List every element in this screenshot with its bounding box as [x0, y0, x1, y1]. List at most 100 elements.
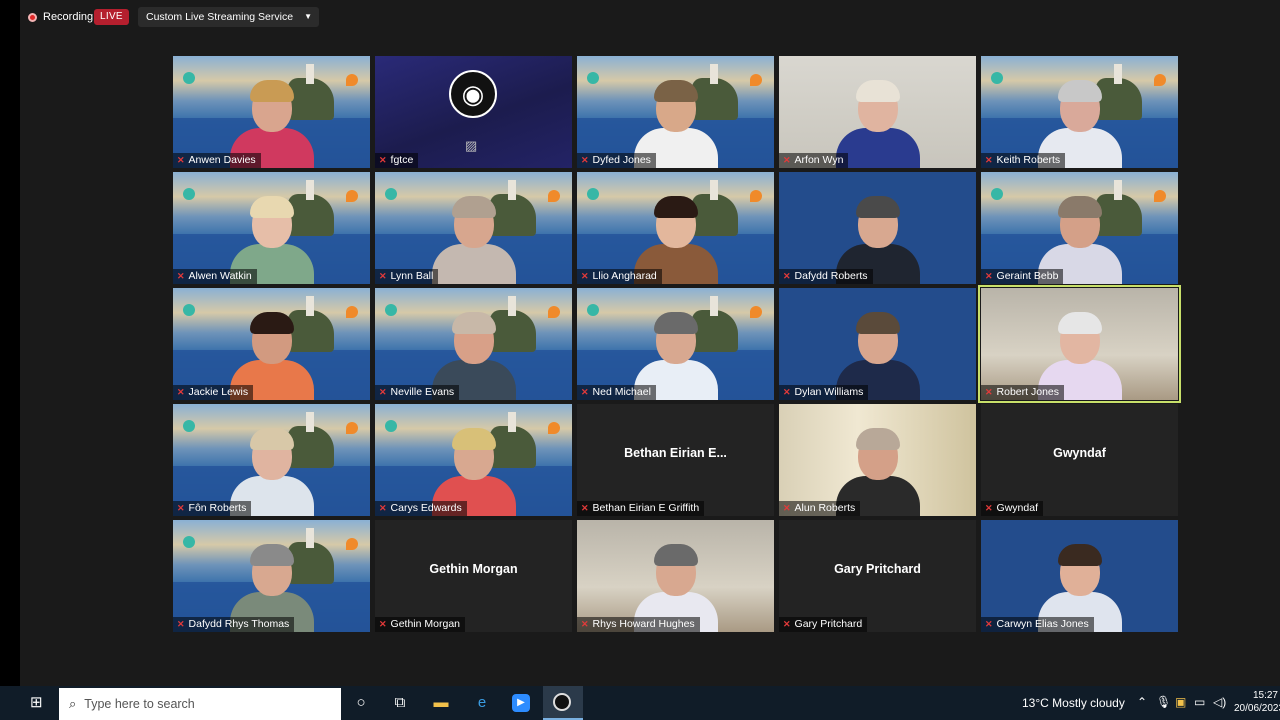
- muted-mic-icon: ✕: [985, 387, 993, 397]
- top-toolbar: Recording LIVE Custom Live Streaming Ser…: [20, 0, 1280, 34]
- participant-hair: [451, 428, 496, 450]
- participant-tile[interactable]: ✕ Anwen Davies: [173, 56, 370, 168]
- participant-name-tag: ✕ Anwen Davies: [173, 153, 261, 168]
- muted-mic-icon: ✕: [783, 503, 791, 513]
- participant-tile[interactable]: ✕ Dafydd Rhys Thomas: [173, 520, 370, 632]
- muted-mic-icon: ✕: [379, 387, 387, 397]
- participant-tile[interactable]: ✕ Fôn Roberts: [173, 404, 370, 516]
- participant-name-tag: ✕ Dyfed Jones: [577, 153, 656, 168]
- participant-tile[interactable]: ✕ Dylan Williams: [779, 288, 976, 400]
- virtual-background-logo: [385, 304, 397, 316]
- volume-icon[interactable]: ◁): [1213, 695, 1226, 709]
- muted-mic-icon: ✕: [783, 155, 791, 165]
- camera-off-icon: ▨: [465, 138, 478, 153]
- weather-condition: Mostly cloudy: [1052, 696, 1125, 710]
- system-clock[interactable]: 15:27 20/06/2023: [1234, 689, 1280, 715]
- obs-taskbar-button[interactable]: [543, 686, 583, 720]
- participant-tile[interactable]: ✕ Carwyn Elias Jones: [981, 520, 1178, 632]
- streaming-service-label: Custom Live Streaming Service: [146, 11, 294, 23]
- obs-icon: [553, 693, 571, 711]
- weather-widget[interactable]: 13°C Mostly cloudy: [1022, 696, 1125, 710]
- participant-tile[interactable]: ✕ Jackie Lewis: [173, 288, 370, 400]
- participant-name-tag: ✕ Fôn Roberts: [173, 501, 252, 516]
- participant-hair: [855, 80, 900, 102]
- participant-tile[interactable]: Bethan Eirian E... ✕ Bethan Eirian E Griff…: [577, 404, 774, 516]
- participant-tile[interactable]: ✕ Ned Michael: [577, 288, 774, 400]
- participant-name: Rhys Howard Hughes: [592, 618, 695, 630]
- participant-tile[interactable]: ✕ Rhys Howard Hughes: [577, 520, 774, 632]
- participant-tile[interactable]: ✕ Dafydd Roberts: [779, 172, 976, 284]
- muted-mic-icon: ✕: [581, 387, 589, 397]
- file-explorer-icon[interactable]: ▬: [431, 693, 451, 713]
- participant-tile[interactable]: ✕ Lynn Ball: [375, 172, 572, 284]
- participant-tile[interactable]: ✕ Arfon Wyn: [779, 56, 976, 168]
- live-badge[interactable]: LIVE: [94, 9, 129, 25]
- virtual-background-pin: [346, 538, 358, 550]
- muted-mic-icon: ✕: [379, 271, 387, 281]
- participant-tile[interactable]: ◉ ▨ ✕ fgtce: [375, 56, 572, 168]
- chevron-down-icon: ▼: [304, 12, 313, 21]
- record-icon: [28, 12, 37, 22]
- virtual-background-logo: [991, 72, 1003, 84]
- participant-name: Jackie Lewis: [188, 386, 249, 398]
- participant-tile[interactable]: ✕ Alwen Watkin: [173, 172, 370, 284]
- participant-tile[interactable]: Gethin Morgan ✕ Gethin Morgan: [375, 520, 572, 632]
- search-placeholder: Type here to search: [84, 697, 195, 711]
- search-icon: ⌕: [69, 696, 77, 711]
- virtual-background-pin: [346, 74, 358, 86]
- network-icon[interactable]: ▭: [1194, 695, 1205, 709]
- participant-tile[interactable]: ✕ Geraint Bebb: [981, 172, 1178, 284]
- recording-indicator[interactable]: Recording: [28, 8, 93, 26]
- taskbar-search[interactable]: ⌕ Type here to search: [59, 688, 341, 720]
- muted-mic-icon: ✕: [783, 387, 791, 397]
- security-icon[interactable]: ▣: [1175, 695, 1186, 709]
- participant-body: [431, 244, 516, 284]
- windows-start-icon[interactable]: ⊞: [30, 695, 46, 711]
- chevron-up-icon[interactable]: ⌃: [1137, 695, 1147, 709]
- participant-hair: [855, 428, 900, 450]
- participant-tile[interactable]: Gary Pritchard ✕ Gary Pritchard: [779, 520, 976, 632]
- microphone-icon[interactable]: 🎙: [1156, 695, 1171, 709]
- participant-hair: [1057, 544, 1102, 566]
- participant-name: Dyfed Jones: [592, 154, 651, 166]
- edge-icon[interactable]: e: [472, 693, 492, 713]
- participant-name-tag: ✕ Dafydd Rhys Thomas: [173, 617, 295, 632]
- participant-hair: [249, 544, 294, 566]
- participant-tile[interactable]: ✕ Neville Evans: [375, 288, 572, 400]
- participant-name: Bethan Eirian E Griffith: [592, 502, 700, 514]
- participant-name-tag: ✕ Carwyn Elias Jones: [981, 617, 1094, 632]
- muted-mic-icon: ✕: [985, 619, 993, 629]
- participant-tile[interactable]: ✕ Keith Roberts: [981, 56, 1178, 168]
- participant-name-tag: ✕ Keith Roberts: [981, 153, 1066, 168]
- muted-mic-icon: ✕: [581, 271, 589, 281]
- participant-tile[interactable]: ✕ Alun Roberts: [779, 404, 976, 516]
- task-view-icon[interactable]: ⧉: [390, 693, 410, 713]
- cortana-icon[interactable]: ○: [351, 693, 371, 713]
- participant-tile[interactable]: ✕ Dyfed Jones: [577, 56, 774, 168]
- muted-mic-icon: ✕: [581, 155, 589, 165]
- streaming-service-dropdown[interactable]: Custom Live Streaming Service ▼: [138, 7, 320, 27]
- virtual-background-logo: [183, 72, 195, 84]
- muted-mic-icon: ✕: [783, 271, 791, 281]
- participant-tile[interactable]: ✕ Llio Angharad: [577, 172, 774, 284]
- participant-name: Fôn Roberts: [188, 502, 247, 514]
- muted-mic-icon: ✕: [379, 155, 387, 165]
- participant-name: Gethin Morgan: [390, 618, 461, 630]
- participant-name-tag: ✕ Alwen Watkin: [173, 269, 257, 284]
- virtual-background-logo: [183, 420, 195, 432]
- zoom-meeting-window: Recording LIVE Custom Live Streaming Ser…: [20, 0, 1280, 686]
- zoom-app-icon[interactable]: ▶: [512, 694, 530, 712]
- participant-hair: [249, 312, 294, 334]
- participant-hair: [249, 80, 294, 102]
- participant-display-name: Gwyndaf: [1053, 446, 1106, 460]
- muted-mic-icon: ✕: [985, 155, 993, 165]
- virtual-background-pin: [548, 190, 560, 202]
- participant-tile[interactable]: Gwyndaf ✕ Gwyndaf: [981, 404, 1178, 516]
- participant-hair: [1057, 196, 1102, 218]
- participant-name: Robert Jones: [996, 386, 1059, 398]
- participant-hair: [653, 544, 698, 566]
- participant-tile[interactable]: ✕ Carys Edwards: [375, 404, 572, 516]
- virtual-background-logo: [183, 304, 195, 316]
- participant-tile[interactable]: ✕ Robert Jones: [978, 285, 1181, 403]
- muted-mic-icon: ✕: [379, 503, 387, 513]
